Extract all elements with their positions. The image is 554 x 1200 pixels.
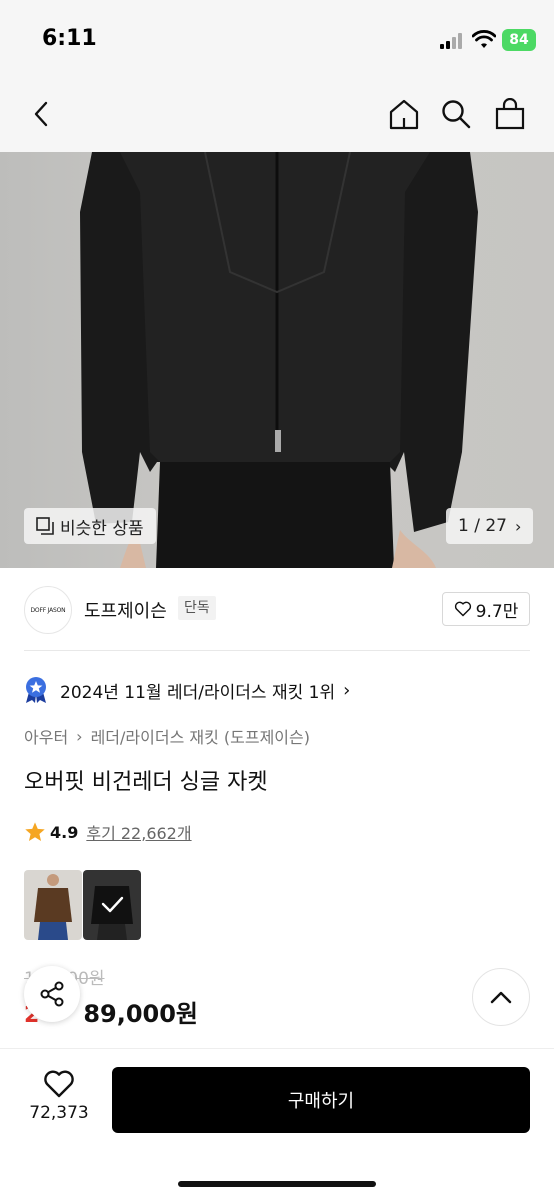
image-pager[interactable]: 1 / 27 › [446,508,534,544]
chevron-right-icon: › [343,679,351,701]
star-icon [25,822,45,841]
rating-row: 4.9 후기 22,662개 [24,820,192,844]
brand-like-button[interactable]: 9.7만 [442,592,530,626]
brand-row: DOFF JASON 도프제이슨 단독 9.7만 [24,586,530,634]
similar-products-label: 비슷한 상품 [60,518,144,539]
chevron-right-icon: › [514,516,522,536]
cart-button[interactable] [488,92,532,136]
signal-icon [440,33,462,49]
home-indicator [178,1181,376,1187]
image-pager-count: 1 / 27 [458,516,507,536]
color-option-brown[interactable] [24,870,82,940]
nav-bar [0,80,554,152]
ranking-link[interactable]: 2024년 11월 레더/라이더스 재킷 1위 › [24,674,350,706]
search-icon [442,100,471,129]
back-button[interactable] [20,92,64,136]
chevron-up-icon [490,991,512,1004]
home-icon [389,99,419,130]
breadcrumb-outer[interactable]: 아우터 [24,724,68,748]
ranking-text: 2024년 11월 레더/라이더스 재킷 1위 [60,682,336,703]
breadcrumb: 아우터 › 레더/라이더스 재킷 (도프제이슨) [24,724,310,748]
bottom-action-bar: 72,373 구매하기 [0,1048,554,1200]
chevron-right-icon: › [76,726,83,746]
rank-badge-icon [26,677,46,703]
product-title: 오버핏 비건레더 싱글 자켓 [24,770,268,795]
brand-name[interactable]: 도프제이슨 [84,597,167,623]
wifi-icon [472,30,496,48]
share-icon [40,981,64,1007]
product-photo [80,152,478,568]
divider [24,650,530,651]
copy-icon [36,517,54,535]
buy-button[interactable]: 구매하기 [112,1067,530,1133]
share-button[interactable] [24,966,80,1022]
check-icon [101,896,124,913]
similar-products-button[interactable]: 비슷한 상품 [24,508,156,544]
sale-price: 89,000원 [83,1000,199,1028]
back-icon [34,101,48,127]
brown-jacket-thumbnail [34,874,72,940]
brand-logo[interactable]: DOFF JASON [24,586,72,634]
battery-indicator: 84 [502,29,536,51]
heart-icon [44,1070,74,1098]
heart-icon [454,601,471,617]
brand-like-count: 9.7만 [475,601,519,622]
review-count-link[interactable]: 후기 22,662개 [86,820,191,844]
rating-value: 4.9 [50,822,79,842]
scroll-top-button[interactable] [472,968,530,1026]
status-bar: 6:11 84 [0,0,554,80]
home-button[interactable] [382,92,426,136]
bag-icon [495,98,525,130]
color-option-black-selected[interactable] [83,870,141,940]
breadcrumb-leather-jacket[interactable]: 레더/라이더스 재킷 (도프제이슨) [91,724,310,748]
product-image-carousel[interactable]: 비슷한 상품 1 / 27 › [0,152,554,568]
status-time: 6:11 [42,26,97,51]
color-options [24,870,142,940]
exclusive-badge: 단독 [178,596,216,620]
wishlist-button[interactable]: 72,373 [20,1069,98,1133]
wishlist-count: 72,373 [29,1103,89,1123]
search-button[interactable] [434,92,478,136]
